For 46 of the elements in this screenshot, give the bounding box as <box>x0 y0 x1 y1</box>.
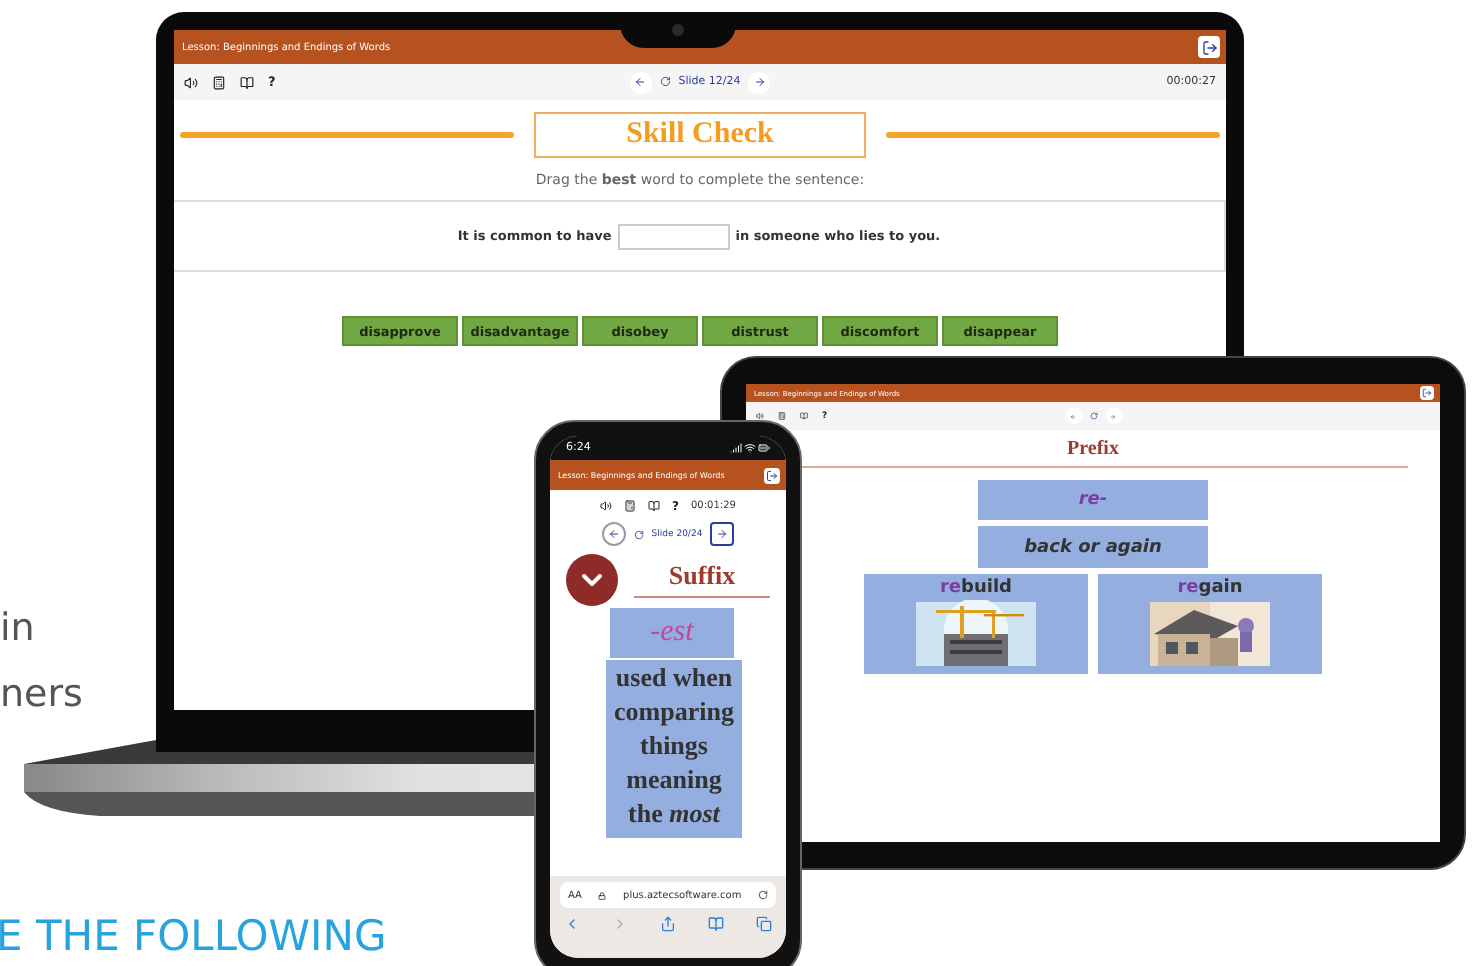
left-arrow-icon <box>634 76 647 88</box>
exit-icon <box>1201 39 1217 55</box>
reload-icon[interactable] <box>757 890 768 900</box>
calculator-icon[interactable] <box>212 75 226 89</box>
suffix-text: -est <box>610 608 734 658</box>
wifi-icon <box>744 442 756 454</box>
right-arrow-icon <box>753 76 766 88</box>
speaker-icon[interactable] <box>184 75 198 89</box>
battery-icon <box>758 442 770 454</box>
exit-icon <box>766 469 778 481</box>
back-icon[interactable] <box>564 916 580 932</box>
signal-icon <box>730 442 742 454</box>
prefix-text: re- <box>978 480 1208 520</box>
section-heading: E THE FOLLOWING <box>0 912 387 960</box>
reload-icon[interactable] <box>659 76 671 88</box>
meaning-text: back or again <box>978 526 1208 568</box>
previous-button[interactable] <box>601 522 626 546</box>
book-icon[interactable] <box>240 75 254 89</box>
exit-button[interactable] <box>1198 36 1220 58</box>
exit-icon <box>1422 388 1432 398</box>
collapse-button[interactable] <box>566 553 618 605</box>
share-icon[interactable] <box>660 916 676 932</box>
example-word: rebuild <box>939 578 1012 598</box>
previous-button[interactable] <box>629 71 652 93</box>
bookmarks-icon[interactable] <box>708 916 724 932</box>
tagline-text: in <box>0 604 37 654</box>
exit-button[interactable] <box>1420 386 1434 400</box>
left-arrow-icon <box>1070 413 1076 419</box>
speaker-icon[interactable] <box>600 500 613 512</box>
lock-icon <box>598 891 607 899</box>
tabs-icon[interactable] <box>756 916 772 932</box>
calculator-icon[interactable] <box>624 500 637 512</box>
suffix-title: Suffix <box>634 560 770 598</box>
exit-button[interactable] <box>764 467 780 483</box>
next-button[interactable] <box>710 522 735 546</box>
right-arrow-icon <box>1110 413 1116 419</box>
right-arrow-icon <box>716 528 729 540</box>
left-arrow-icon <box>607 528 620 540</box>
definition-text: used when comparing things meaning the most <box>606 660 742 838</box>
tagline-text: ners <box>0 670 83 720</box>
example-word: regain <box>1177 578 1243 598</box>
reload-icon[interactable] <box>633 529 644 539</box>
skill-check-title: Skill Check <box>534 112 866 158</box>
camera-icon <box>672 24 684 36</box>
reload-icon[interactable] <box>1089 412 1097 420</box>
book-icon[interactable] <box>648 500 661 512</box>
